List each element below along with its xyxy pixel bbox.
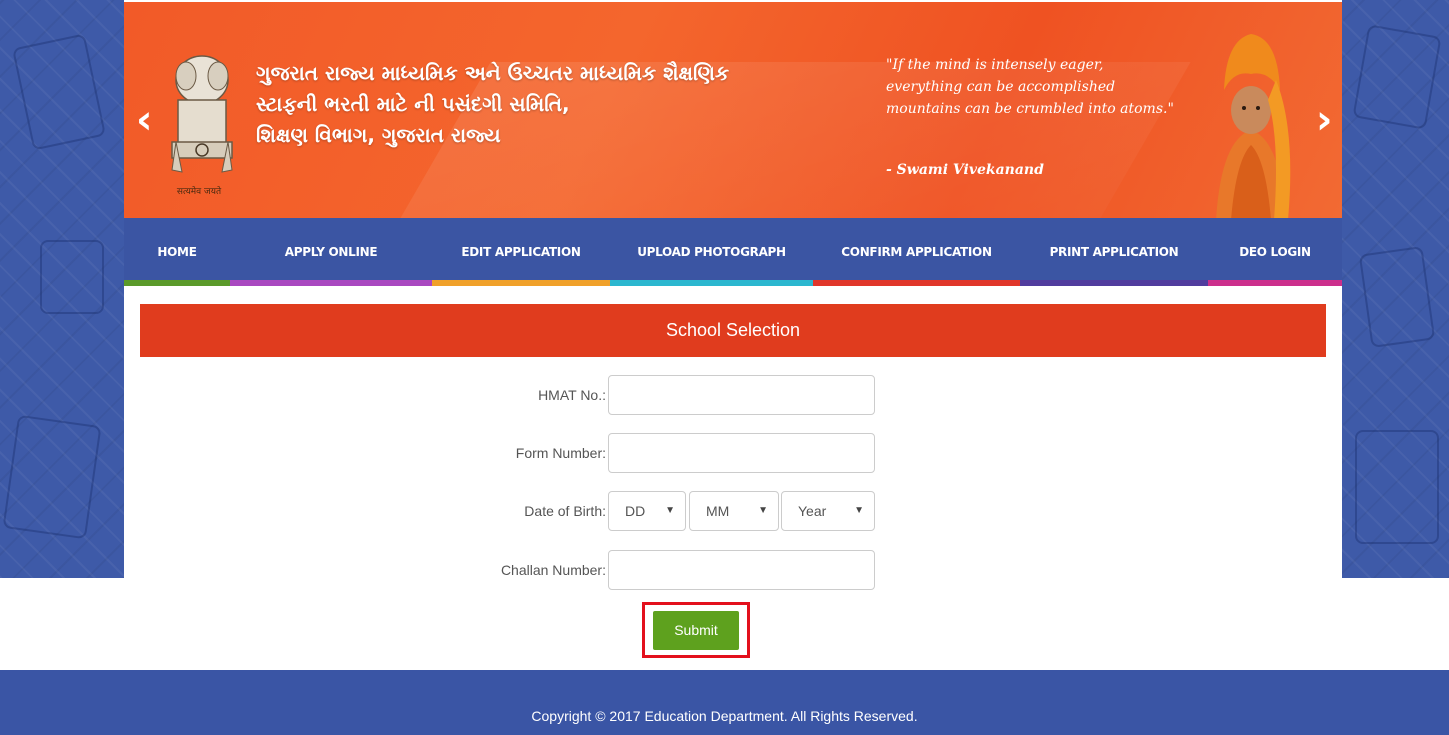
nav-upload-photograph[interactable]: UPLOAD PHOTOGRAPH [610, 218, 813, 286]
nav-label: UPLOAD PHOTOGRAPH [637, 245, 786, 259]
nav-edit-application[interactable]: EDIT APPLICATION [432, 218, 610, 286]
hmat-label: HMAT No.: [538, 387, 606, 403]
background-doodle [1352, 24, 1442, 130]
nav-label: EDIT APPLICATION [461, 245, 581, 259]
hmat-input[interactable] [608, 375, 875, 415]
quote-line: everything can be accomplished [886, 79, 1116, 95]
challan-input[interactable] [608, 550, 875, 590]
carousel-next-arrow[interactable]: › [1316, 100, 1332, 140]
nav-print-application[interactable]: PRINT APPLICATION [1020, 218, 1208, 286]
nav-color-bar [124, 280, 230, 286]
nav-label: PRINT APPLICATION [1049, 245, 1179, 259]
carousel-prev-arrow[interactable]: ‹ [136, 100, 152, 140]
select-value: DD [625, 503, 646, 519]
dob-label: Date of Birth: [524, 503, 606, 519]
nav-color-bar [230, 280, 432, 286]
challan-row: Challan Number: [124, 550, 1342, 590]
hmat-row: HMAT No.: [124, 375, 1342, 415]
background-doodle [1358, 246, 1436, 348]
nav-home[interactable]: HOME [124, 218, 230, 286]
panel-title: School Selection [140, 304, 1326, 357]
quote: "If the mind is intensely eager, everyth… [886, 54, 1216, 120]
submit-button[interactable]: Submit [653, 611, 739, 650]
submit-highlight-box: Submit [642, 602, 750, 658]
quote-line: "If the mind is intensely eager, [886, 57, 1104, 73]
nav-label: CONFIRM APPLICATION [841, 245, 992, 259]
nav-color-bar [1208, 280, 1342, 286]
nav-color-bar [813, 280, 1020, 286]
form-number-row: Form Number: [124, 433, 1342, 473]
dob-row: Date of Birth: DD ▼ MM ▼ Year ▼ [124, 491, 1342, 531]
nav-label: HOME [157, 245, 197, 259]
vivekananda-portrait-icon [1216, 34, 1291, 218]
nav-confirm-application[interactable]: CONFIRM APPLICATION [813, 218, 1020, 286]
select-value: MM [706, 503, 730, 519]
quote-author: - Swami Vivekanand [886, 162, 1044, 178]
main-container: सत्यमेव जयते ગુજરાત રાજ્ય માધ્યમિક અને ઉ… [124, 0, 1342, 590]
title-line: ગુજરાત રાજ્ય માધ્યમિક અને ઉચ્ચતર માધ્યમિ… [256, 61, 730, 85]
footer: Copyright © 2017 Education Department. A… [0, 670, 1449, 735]
background-doodle [11, 33, 107, 151]
nav-deo-login[interactable]: DEO LOGIN [1208, 218, 1342, 286]
background-doodle [2, 414, 102, 540]
dob-year-select[interactable]: Year ▼ [781, 491, 875, 531]
emblem-caption: सत्यमेव जयते [176, 187, 222, 197]
form-number-input[interactable] [608, 433, 875, 473]
nav-apply-online[interactable]: APPLY ONLINE [230, 218, 432, 286]
challan-label: Challan Number: [500, 562, 606, 578]
background-doodle [40, 240, 104, 314]
main-nav: HOME APPLY ONLINE EDIT APPLICATION UPLOA… [124, 218, 1342, 286]
nav-label: APPLY ONLINE [284, 245, 378, 259]
form-number-label: Form Number: [515, 445, 606, 461]
title-line: શિક્ષણ વિભાગ, ગુજરાત રાજ્ય [256, 123, 501, 147]
nav-color-bar [432, 280, 610, 286]
state-emblem-icon [171, 55, 233, 173]
chevron-down-icon: ▼ [758, 505, 768, 516]
chevron-down-icon: ▼ [854, 505, 864, 516]
nav-color-bar [610, 280, 813, 286]
dob-month-select[interactable]: MM ▼ [689, 491, 779, 531]
title-line: સ્ટાફની ભરતી માટે ની પસંદગી સમિતિ, [256, 92, 570, 116]
chevron-down-icon: ▼ [665, 505, 675, 516]
background-doodle [1355, 430, 1439, 544]
header-banner: सत्यमेव जयते ગુજરાત રાજ્ય માધ્યમિક અને ઉ… [124, 2, 1342, 218]
select-value: Year [798, 503, 827, 519]
organization-title: ગુજરાત રાજ્ય માધ્યમિક અને ઉચ્ચતર માધ્યમિ… [256, 58, 856, 151]
nav-color-bar [1020, 280, 1208, 286]
quote-line: mountains can be crumbled into atoms." [886, 101, 1174, 117]
copyright-text: Copyright © 2017 Education Department. A… [531, 708, 918, 724]
dob-day-select[interactable]: DD ▼ [608, 491, 686, 531]
nav-label: DEO LOGIN [1239, 245, 1311, 259]
